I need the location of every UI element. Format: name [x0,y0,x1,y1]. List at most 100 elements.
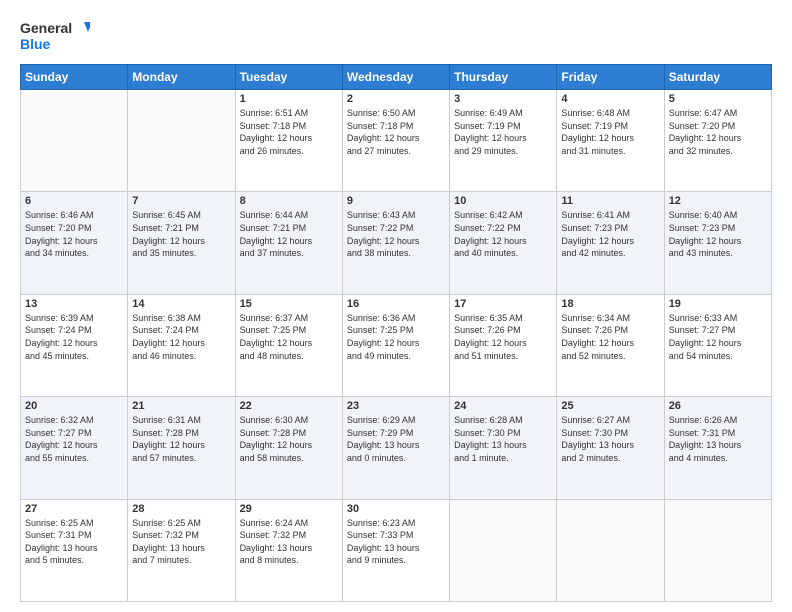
week-row-4: 20 Sunrise: 6:32 AM Sunset: 7:27 PM Dayli… [21,397,772,499]
day-info: Sunrise: 6:24 AM Sunset: 7:32 PM Dayligh… [240,517,338,567]
day-cell-30: 30 Sunrise: 6:23 AM Sunset: 7:33 PM Dayli… [342,499,449,601]
day-cell-6: 6Sunrise: 6:46 AM Sunset: 7:20 PM Daylig… [21,192,128,294]
header: General Blue [20,18,772,54]
header-wednesday: Wednesday [342,65,449,90]
logo: General Blue [20,18,90,54]
day-number: 11 [561,195,659,207]
day-number: 10 [454,195,552,207]
svg-text:Blue: Blue [20,36,51,52]
day-number: 9 [347,195,445,207]
day-number: 18 [561,298,659,310]
day-number: 15 [240,298,338,310]
day-cell-29: 29 Sunrise: 6:24 AM Sunset: 7:32 PM Dayli… [235,499,342,601]
day-cell-empty [450,499,557,601]
day-number: 24 [454,400,552,412]
day-number: 17 [454,298,552,310]
day-cell-12: 12 Sunrise: 6:40 AM Sunset: 7:23 PM Dayli… [664,192,771,294]
header-saturday: Saturday [664,65,771,90]
day-cell-10: 10 Sunrise: 6:42 AM Sunset: 7:22 PM Dayli… [450,192,557,294]
calendar-header-row: SundayMondayTuesdayWednesdayThursdayFrid… [21,65,772,90]
day-cell-25: 25Sunrise: 6:27 AM Sunset: 7:30 PM Dayli… [557,397,664,499]
day-number: 14 [132,298,230,310]
day-number: 28 [132,503,230,515]
day-number: 16 [347,298,445,310]
day-number: 27 [25,503,123,515]
day-cell-empty [557,499,664,601]
day-cell-1: 1Sunrise: 6:51 AM Sunset: 7:18 PM Daylig… [235,90,342,192]
day-number: 20 [25,400,123,412]
day-number: 29 [240,503,338,515]
day-cell-19: 19 Sunrise: 6:33 AM Sunset: 7:27 PM Dayli… [664,294,771,396]
header-tuesday: Tuesday [235,65,342,90]
day-cell-5: 5 Sunrise: 6:47 AM Sunset: 7:20 PM Daylig… [664,90,771,192]
day-cell-24: 24 Sunrise: 6:28 AM Sunset: 7:30 PM Dayli… [450,397,557,499]
day-info: Sunrise: 6:43 AM Sunset: 7:22 PM Dayligh… [347,209,445,259]
day-cell-empty [664,499,771,601]
header-sunday: Sunday [21,65,128,90]
day-info: Sunrise: 6:50 AM Sunset: 7:18 PM Dayligh… [347,107,445,157]
day-info: Sunrise: 6:42 AM Sunset: 7:22 PM Dayligh… [454,209,552,259]
day-cell-14: 14 Sunrise: 6:38 AM Sunset: 7:24 PM Dayli… [128,294,235,396]
day-info: Sunrise: 6:25 AM Sunset: 7:31 PM Dayligh… [25,517,123,567]
week-row-5: 27 Sunrise: 6:25 AM Sunset: 7:31 PM Dayli… [21,499,772,601]
day-number: 19 [669,298,767,310]
day-info: Sunrise: 6:44 AM Sunset: 7:21 PM Dayligh… [240,209,338,259]
day-number: 21 [132,400,230,412]
logo-svg: General Blue [20,18,90,54]
week-row-3: 13 Sunrise: 6:39 AM Sunset: 7:24 PM Dayli… [21,294,772,396]
day-cell-16: 16 Sunrise: 6:36 AM Sunset: 7:25 PM Dayli… [342,294,449,396]
day-info: Sunrise: 6:38 AM Sunset: 7:24 PM Dayligh… [132,312,230,362]
day-info: Sunrise: 6:27 AM Sunset: 7:30 PM Dayligh… [561,414,659,464]
week-row-1: 1Sunrise: 6:51 AM Sunset: 7:18 PM Daylig… [21,90,772,192]
day-number: 5 [669,93,767,105]
day-cell-22: 22Sunrise: 6:30 AM Sunset: 7:28 PM Dayli… [235,397,342,499]
day-cell-23: 23Sunrise: 6:29 AM Sunset: 7:29 PM Dayli… [342,397,449,499]
day-number: 4 [561,93,659,105]
day-cell-7: 7Sunrise: 6:45 AM Sunset: 7:21 PM Daylig… [128,192,235,294]
day-number: 12 [669,195,767,207]
day-info: Sunrise: 6:47 AM Sunset: 7:20 PM Dayligh… [669,107,767,157]
day-info: Sunrise: 6:49 AM Sunset: 7:19 PM Dayligh… [454,107,552,157]
header-friday: Friday [557,65,664,90]
day-cell-empty [21,90,128,192]
day-cell-26: 26 Sunrise: 6:26 AM Sunset: 7:31 PM Dayli… [664,397,771,499]
day-info: Sunrise: 6:45 AM Sunset: 7:21 PM Dayligh… [132,209,230,259]
day-info: Sunrise: 6:36 AM Sunset: 7:25 PM Dayligh… [347,312,445,362]
week-row-2: 6Sunrise: 6:46 AM Sunset: 7:20 PM Daylig… [21,192,772,294]
svg-text:General: General [20,20,72,36]
day-info: Sunrise: 6:23 AM Sunset: 7:33 PM Dayligh… [347,517,445,567]
day-info: Sunrise: 6:33 AM Sunset: 7:27 PM Dayligh… [669,312,767,362]
day-number: 8 [240,195,338,207]
day-info: Sunrise: 6:39 AM Sunset: 7:24 PM Dayligh… [25,312,123,362]
day-cell-2: 2 Sunrise: 6:50 AM Sunset: 7:18 PM Daylig… [342,90,449,192]
day-cell-21: 21Sunrise: 6:31 AM Sunset: 7:28 PM Dayli… [128,397,235,499]
day-cell-27: 27 Sunrise: 6:25 AM Sunset: 7:31 PM Dayli… [21,499,128,601]
day-number: 30 [347,503,445,515]
day-number: 6 [25,195,123,207]
day-cell-13: 13 Sunrise: 6:39 AM Sunset: 7:24 PM Dayli… [21,294,128,396]
day-number: 1 [240,93,338,105]
day-cell-3: 3Sunrise: 6:49 AM Sunset: 7:19 PM Daylig… [450,90,557,192]
day-info: Sunrise: 6:34 AM Sunset: 7:26 PM Dayligh… [561,312,659,362]
day-info: Sunrise: 6:37 AM Sunset: 7:25 PM Dayligh… [240,312,338,362]
day-cell-4: 4 Sunrise: 6:48 AM Sunset: 7:19 PM Daylig… [557,90,664,192]
day-info: Sunrise: 6:26 AM Sunset: 7:31 PM Dayligh… [669,414,767,464]
day-info: Sunrise: 6:30 AM Sunset: 7:28 PM Dayligh… [240,414,338,464]
day-info: Sunrise: 6:32 AM Sunset: 7:27 PM Dayligh… [25,414,123,464]
day-cell-28: 28 Sunrise: 6:25 AM Sunset: 7:32 PM Dayli… [128,499,235,601]
day-cell-empty [128,90,235,192]
day-cell-17: 17 Sunrise: 6:35 AM Sunset: 7:26 PM Dayli… [450,294,557,396]
day-info: Sunrise: 6:25 AM Sunset: 7:32 PM Dayligh… [132,517,230,567]
day-number: 26 [669,400,767,412]
day-info: Sunrise: 6:41 AM Sunset: 7:23 PM Dayligh… [561,209,659,259]
day-number: 13 [25,298,123,310]
day-info: Sunrise: 6:35 AM Sunset: 7:26 PM Dayligh… [454,312,552,362]
header-monday: Monday [128,65,235,90]
day-cell-15: 15 Sunrise: 6:37 AM Sunset: 7:25 PM Dayli… [235,294,342,396]
day-info: Sunrise: 6:28 AM Sunset: 7:30 PM Dayligh… [454,414,552,464]
day-number: 2 [347,93,445,105]
day-info: Sunrise: 6:48 AM Sunset: 7:19 PM Dayligh… [561,107,659,157]
day-info: Sunrise: 6:40 AM Sunset: 7:23 PM Dayligh… [669,209,767,259]
header-thursday: Thursday [450,65,557,90]
day-info: Sunrise: 6:29 AM Sunset: 7:29 PM Dayligh… [347,414,445,464]
